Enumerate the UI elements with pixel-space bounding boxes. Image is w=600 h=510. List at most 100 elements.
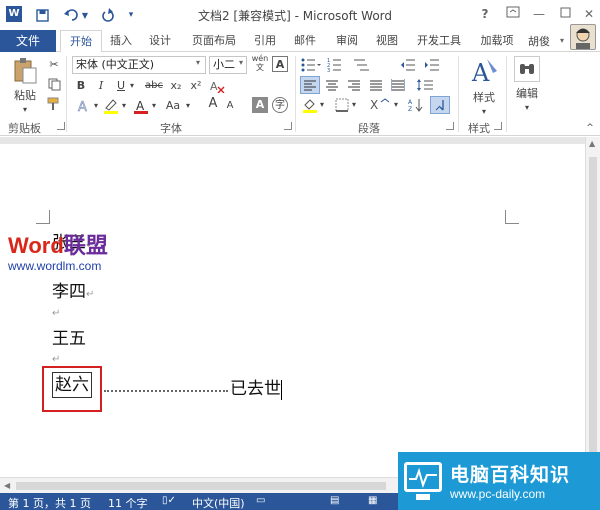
text-effects-icon[interactable]: A [74,98,92,114]
customize-qat-icon[interactable]: ▾ [124,6,138,24]
change-case-button[interactable]: Aa [162,98,184,114]
underline-dropdown-icon[interactable]: ▾ [128,78,136,94]
bullets-icon[interactable] [300,56,322,74]
copy-icon[interactable] [46,76,62,92]
doc-line-4-status[interactable]: 已去世 [230,374,282,400]
find-icon[interactable] [514,56,540,82]
tab-references[interactable]: 引用 [248,30,282,52]
user-name[interactable]: 胡俊 [528,33,550,49]
styles-dropdown-icon[interactable]: ▾ [478,104,490,120]
language[interactable]: 中文(中国) [192,495,245,510]
paste-dropdown-icon[interactable]: ▾ [18,102,32,118]
italic-button[interactable]: I [94,78,108,94]
tab-home[interactable]: 开始 [60,30,102,53]
horizontal-scroll-thumb[interactable] [16,482,386,490]
change-case-dropdown-icon[interactable]: ▾ [184,98,192,114]
styles-icon[interactable]: A [466,56,502,88]
redo-icon[interactable] [98,6,118,24]
grow-font-button[interactable]: A [206,96,220,112]
distributed-icon[interactable] [388,76,408,94]
enclose-characters-button[interactable]: 字 [272,97,288,113]
text-effects-dropdown-icon[interactable]: ▾ [92,98,100,114]
font-name-dropdown-icon[interactable]: ▾ [196,58,200,67]
collapse-ribbon-icon[interactable]: ^ [584,120,596,136]
page-count[interactable]: 第 1 页，共 1 页 [8,495,91,510]
align-left-icon[interactable] [300,76,320,94]
sort-icon[interactable]: AZ [406,96,426,114]
ribbon-display-icon[interactable] [502,5,524,23]
justify-icon[interactable] [366,76,386,94]
cut-icon[interactable]: ✂ [46,56,62,72]
shading-dropdown-icon[interactable]: ▾ [318,97,326,113]
multilevel-list-icon[interactable] [352,56,374,74]
tab-developer[interactable]: 开发工具 [410,30,468,52]
bold-button[interactable]: B [74,78,88,94]
font-color-icon[interactable]: A [132,98,150,114]
highlight-dropdown-icon[interactable]: ▾ [120,98,128,114]
decrease-indent-icon[interactable] [398,56,418,74]
print-layout-icon[interactable]: ▦ [368,495,377,506]
superscript-button[interactable]: x² [188,78,204,94]
undo-icon[interactable]: ▼ [60,6,92,24]
highlight-color-icon[interactable] [102,98,120,114]
tab-insert[interactable]: 插入 [104,30,138,52]
clear-formatting-icon[interactable]: A [208,78,226,94]
font-color-dropdown-icon[interactable]: ▾ [150,98,158,114]
doc-line-3-text: 王五 [52,329,86,349]
chinese-layout-dropdown-icon[interactable]: ▾ [392,97,400,113]
tab-design[interactable]: 设计 [142,30,178,52]
doc-line-2[interactable]: 李四↵ [52,277,94,302]
user-dropdown-icon[interactable]: ▾ [560,36,564,45]
chinese-layout-icon[interactable]: X [368,96,392,114]
shading-icon[interactable] [300,96,320,114]
tab-file[interactable]: 文件 [0,30,56,52]
document-page[interactable]: 张三↵ 李四↵ ↵ 王五 ↵ 赵六 已去世 [0,144,585,477]
save-icon[interactable] [32,6,52,24]
char-border-button[interactable]: A [272,56,288,72]
scroll-left-icon[interactable]: ◀ [4,481,10,490]
subscript-button[interactable]: x₂ [168,78,184,94]
format-painter-icon[interactable] [46,96,62,112]
minimize-icon[interactable]: — [528,5,550,23]
editing-dropdown-icon[interactable]: ▾ [521,100,533,116]
borders-dropdown-icon[interactable]: ▾ [350,97,358,113]
styles-launcher-icon[interactable] [494,122,502,130]
phonetic-guide-button[interactable]: wén 文 [251,54,269,72]
align-right-icon[interactable] [344,76,364,94]
avatar[interactable] [570,24,596,50]
word-count[interactable]: 11 个字 [108,495,148,510]
increase-indent-icon[interactable] [422,56,442,74]
word-app-icon[interactable]: W [6,6,22,22]
tab-review[interactable]: 审阅 [330,30,364,52]
show-marks-icon[interactable] [430,96,450,114]
tab-addins[interactable]: 加载项 [474,30,520,52]
strikethrough-button[interactable]: abc [142,78,166,94]
close-icon[interactable]: ✕ [578,5,600,23]
vertical-scroll-thumb[interactable] [589,157,597,457]
shrink-font-button[interactable]: A [224,98,236,114]
line-spacing-icon[interactable] [414,76,436,94]
borders-icon[interactable] [332,96,352,114]
tab-view[interactable]: 视图 [370,30,404,52]
clipboard-launcher-icon[interactable] [57,122,65,130]
font-size-dropdown-icon[interactable]: ▾ [239,58,243,67]
char-shading-button[interactable]: A [252,97,268,113]
doc-line-4-name[interactable]: 赵六 [52,372,92,398]
align-center-icon[interactable] [322,76,342,94]
vertical-scrollbar[interactable]: ▲ [585,137,600,477]
font-launcher-icon[interactable] [284,122,292,130]
underline-button[interactable]: U [114,78,128,94]
maximize-icon[interactable] [554,5,576,23]
paragraph-launcher-icon[interactable] [446,122,454,130]
paste-icon[interactable] [10,56,40,86]
read-mode-icon[interactable]: ▤ [330,495,339,506]
font-name-select[interactable]: 宋体 (中文正文) [72,56,206,74]
tab-page-layout[interactable]: 页面布局 [184,30,244,52]
help-icon[interactable]: ? [474,5,496,23]
tab-mailings[interactable]: 邮件 [288,30,322,52]
numbering-icon[interactable]: 123 [326,56,348,74]
macro-record-icon[interactable]: ▭ [256,495,265,506]
scroll-up-icon[interactable]: ▲ [589,139,595,148]
doc-line-3[interactable]: 王五 [52,324,86,349]
proofing-icon[interactable]: ▯✓ [162,495,176,506]
